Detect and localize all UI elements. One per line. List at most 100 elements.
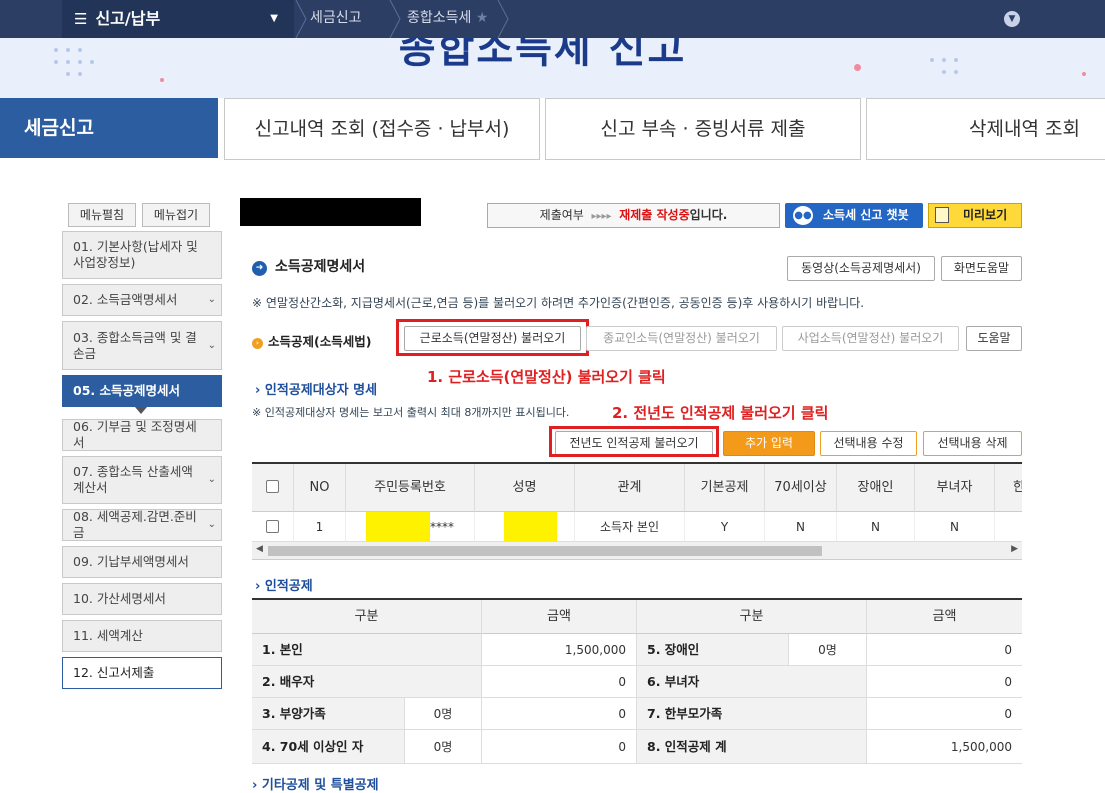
sidebar-item-tax-credit[interactable]: 08. 세액공제.감면.준비금 ⌄ [62, 509, 222, 541]
sidebar-item-tax-calc-statement[interactable]: 07. 종합소득 산출세액계산서 ⌄ [62, 456, 222, 504]
sidebar-item-deduction-statement[interactable]: 05. 소득공제명세서 [62, 375, 222, 407]
dependents-notice: ※ 인적공제대상자 명세는 보고서 출력시 최대 8개까지만 표시됩니다. [252, 406, 570, 419]
sidebar-item-additional-tax[interactable]: 10. 가산세명세서 [62, 583, 222, 615]
collapse-menu-button[interactable]: 메뉴접기 [142, 203, 210, 227]
amount-field: 0 [482, 698, 637, 730]
video-guide-button[interactable]: 동영상(소득공제명세서) [787, 256, 935, 281]
instruction-step-2: 2. 전년도 인적공제 불러오기 클릭 [612, 404, 829, 422]
select-all-checkbox[interactable] [266, 480, 279, 493]
dependents-table: NO 주민등록번호 성명 관계 기본공제 70세이상 장애인 부녀자 한 1 *… [252, 462, 1022, 542]
breadcrumb-separator-icon [389, 0, 401, 38]
table-cell: N [837, 512, 915, 542]
amount-field: 1,500,000 [482, 634, 637, 666]
table-header: 부녀자 [915, 464, 995, 512]
table-cell-name [475, 512, 575, 542]
load-business-income-button[interactable]: 사업소득(연말정산) 불러오기 [782, 326, 959, 351]
caret-down-icon: ▼ [270, 13, 278, 24]
nav-menu-dropdown[interactable]: ☰ 신고/납부 ▼ [62, 0, 294, 38]
table-cell: Y [685, 512, 765, 542]
count-field: 0명 [405, 698, 482, 730]
sidebar-item-tax-calculation[interactable]: 11. 세액계산 [62, 620, 222, 652]
breadcrumb-income-tax[interactable]: 종합소득세 ★ [407, 0, 488, 38]
chevron-down-icon: ⌄ [207, 474, 216, 485]
breadcrumb-separator-icon [497, 0, 509, 38]
row-label: 2. 배우자 [252, 666, 482, 698]
nav-menu-label: 신고/납부 [95, 9, 161, 28]
expand-menu-button[interactable]: 메뉴펼침 [68, 203, 136, 227]
chatbot-button[interactable]: ●● 소득세 신고 챗봇 [785, 203, 923, 228]
highlight-box [549, 426, 719, 457]
tab-filing-history[interactable]: 신고내역 조회 (접수증 · 납부서) [224, 98, 540, 160]
scrollbar-thumb[interactable] [268, 546, 822, 556]
table-cell: 1 [294, 512, 346, 542]
submission-status: 제출여부 ▸▸▸▸ 재제출 작성중입니다. [487, 203, 780, 228]
table-cell-ssn: **** [346, 512, 475, 542]
expand-down-icon[interactable]: ▼ [1004, 11, 1020, 27]
tab-supporting-docs[interactable]: 신고 부속 · 증빙서류 제출 [545, 98, 861, 160]
load-religious-income-button[interactable]: 종교인소득(연말정산) 불러오기 [586, 326, 777, 351]
dependents-subtitle: › 인적공제대상자 명세 [255, 383, 378, 398]
redacted-ssn [366, 512, 430, 542]
amount-field: 0 [482, 666, 637, 698]
breadcrumb-tax-filing[interactable]: 세금신고 [310, 0, 362, 38]
nav-home-area [0, 0, 62, 38]
sidebar-item-income-statement[interactable]: 02. 소득금액명세서 ⌄ [62, 284, 222, 316]
sidebar-item-submit[interactable]: 12. 신고서제출 [62, 657, 222, 689]
table-cell [995, 512, 1022, 542]
breadcrumb-separator-icon [295, 0, 307, 38]
scroll-left-icon[interactable]: ◀ [256, 544, 263, 554]
preview-button[interactable]: 미리보기 [928, 203, 1022, 228]
tab-deleted-history[interactable]: 삭제내역 조회 [866, 98, 1105, 160]
table-header: 기본공제 [685, 464, 765, 512]
highlight-box [396, 319, 589, 356]
chevron-down-icon: ⌄ [207, 294, 216, 305]
chatbot-icon: ●● [793, 206, 813, 225]
table-cell: N [915, 512, 995, 542]
horizontal-scrollbar[interactable]: ◀ ▶ [252, 542, 1022, 560]
table-header: 금액 [482, 600, 637, 634]
arrow-right-circle-icon: ➜ [252, 261, 267, 276]
scroll-right-icon[interactable]: ▶ [1011, 544, 1018, 554]
row-label: 8. 인적공제 계 [637, 730, 867, 764]
active-pointer-icon [135, 407, 147, 414]
table-header: 관계 [575, 464, 685, 512]
amount-field: 0 [482, 730, 637, 764]
add-entry-button[interactable]: 추가 입력 [723, 431, 815, 456]
star-icon[interactable]: ★ [476, 10, 489, 26]
amount-field: 0 [867, 634, 1022, 666]
personal-deduction-subtitle: › 인적공제 [255, 579, 313, 594]
row-label: 5. 장애인 [637, 634, 789, 666]
tab-tax-filing[interactable]: 세금신고 [0, 98, 218, 158]
table-cell: N [765, 512, 837, 542]
row-label: 1. 본인 [252, 634, 482, 666]
row-label: 3. 부양가족 [252, 698, 405, 730]
personal-deduction-table: 구분 금액 구분 금액 1. 본인 1,500,000 5. 장애인 0명 0 … [252, 598, 1022, 784]
help-button[interactable]: 도움말 [966, 326, 1022, 351]
row-label: 4. 70세 이상인 자 [252, 730, 405, 764]
document-icon [935, 207, 949, 223]
table-header: 금액 [867, 600, 1022, 634]
table-header: 구분 [637, 600, 867, 634]
chevron-down-icon: ⌄ [207, 519, 216, 530]
table-header: NO [294, 464, 346, 512]
sidebar-item-total-income[interactable]: 03. 종합소득금액 및 결손금 ⌄ [62, 321, 222, 370]
hamburger-icon: ☰ [74, 10, 88, 28]
screen-help-button[interactable]: 화면도움말 [941, 256, 1022, 281]
table-header: 장애인 [837, 464, 915, 512]
amount-field: 0 [867, 698, 1022, 730]
sidebar-item-prepaid-tax[interactable]: 09. 기납부세액명세서 [62, 546, 222, 578]
row-label: 6. 부녀자 [637, 666, 867, 698]
edit-selected-button[interactable]: 선택내용 수정 [820, 431, 917, 456]
amount-field: 0 [867, 666, 1022, 698]
row-checkbox-cell [252, 512, 294, 542]
table-header: 성명 [475, 464, 575, 512]
redacted-name-block [240, 198, 421, 226]
sidebar-item-donation[interactable]: 06. 기부금 및 조정명세서 [62, 419, 222, 451]
row-checkbox[interactable] [266, 520, 279, 533]
table-header: 주민등록번호 [346, 464, 475, 512]
table-cell: 소득자 본인 [575, 512, 685, 542]
sidebar-item-basic-info[interactable]: 01. 기본사항(납세자 및 사업장정보) [62, 231, 222, 279]
count-field: 0명 [405, 730, 482, 764]
section-title: ➜ 소득공제명세서 [252, 256, 365, 276]
delete-selected-button[interactable]: 선택내용 삭제 [923, 431, 1022, 456]
